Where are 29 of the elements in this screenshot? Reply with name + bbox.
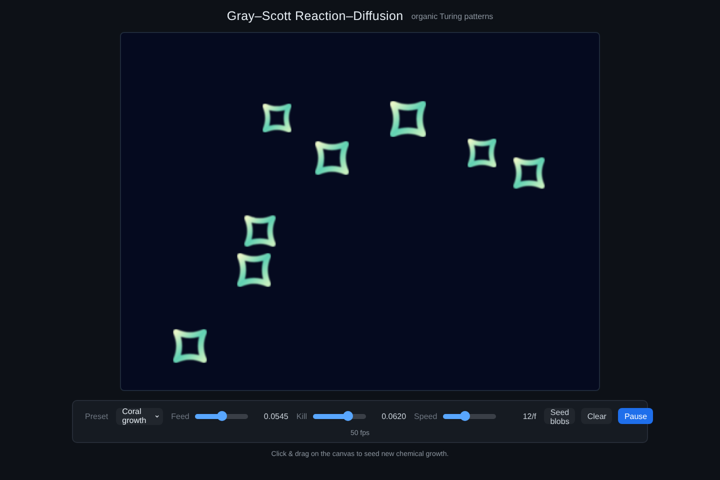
chevron-icon <box>155 414 160 418</box>
pattern-blob <box>173 329 207 363</box>
slider[interactable] <box>313 414 366 418</box>
slider-value: 12/f <box>522 412 536 420</box>
pattern-blob <box>513 157 545 189</box>
pause-button[interactable]: Pause <box>618 408 654 424</box>
slider-label: Feed <box>171 412 190 420</box>
pattern-blob <box>315 141 349 175</box>
page-subtitle: organic Turing patterns <box>411 12 494 20</box>
pattern-blob <box>467 138 497 168</box>
slider-thumb[interactable] <box>343 411 354 421</box>
page-title: Gray–Scott Reaction–Diffusion <box>226 9 404 23</box>
pattern-blob <box>244 215 276 247</box>
slider-value: 0.0545 <box>262 412 288 420</box>
slider-thumb[interactable] <box>460 411 470 421</box>
slider[interactable] <box>195 414 248 418</box>
pattern-blob <box>262 103 292 133</box>
slider-thumb[interactable] <box>216 411 227 421</box>
simulation-canvas[interactable] <box>120 32 600 391</box>
action-button[interactable]: Seed blobs <box>544 408 576 424</box>
slider-label: Kill <box>296 412 308 420</box>
action-button[interactable]: Clear <box>581 408 612 424</box>
slider-label: Speed <box>414 412 438 420</box>
pattern-blob <box>237 253 271 287</box>
preset-label: Preset <box>85 412 108 420</box>
pattern-blob <box>390 100 426 138</box>
preset-dropdown[interactable]: Coral growth <box>116 408 164 424</box>
slider-value: 0.0620 <box>380 412 406 420</box>
slider[interactable] <box>443 414 496 418</box>
